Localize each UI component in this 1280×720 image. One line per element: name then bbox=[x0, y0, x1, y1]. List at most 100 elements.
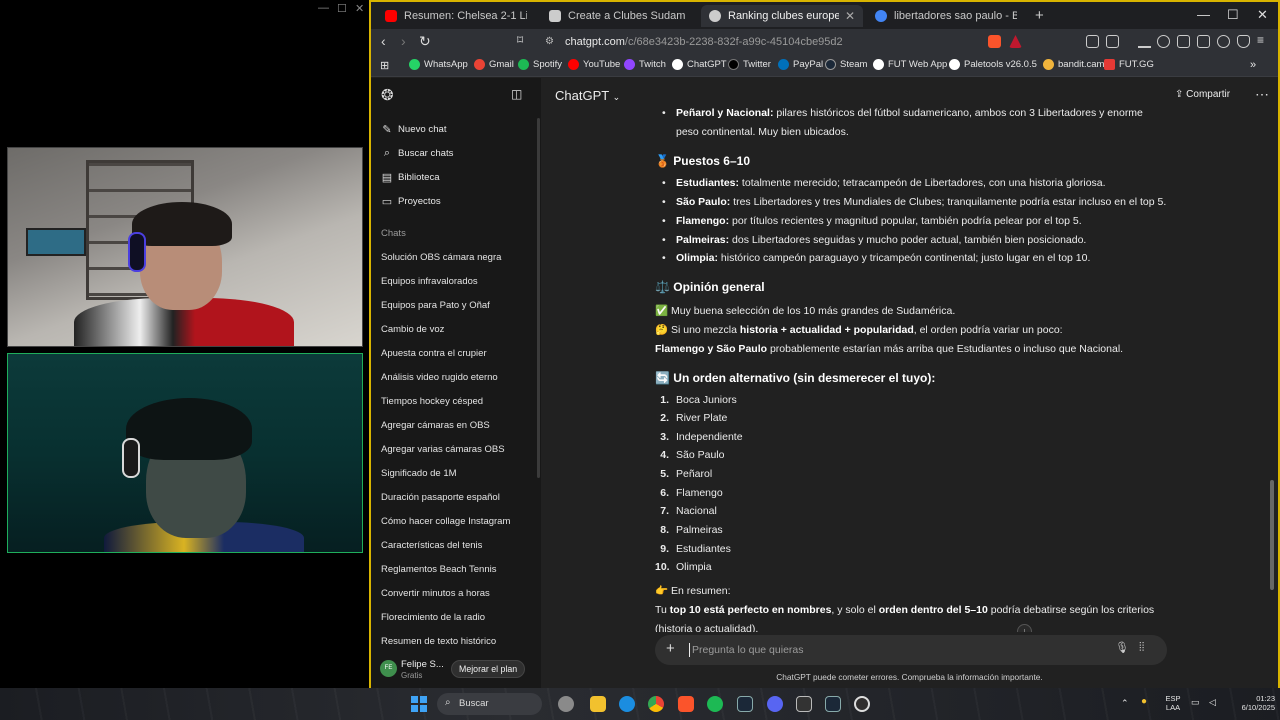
wallet-icon[interactable] bbox=[1197, 35, 1210, 48]
upgrade-plan-button[interactable]: Mejorar el plan bbox=[451, 660, 526, 678]
tab-google[interactable]: libertadores sao paulo - Buscar con G bbox=[867, 5, 1025, 27]
chat-item[interactable]: Duración pasaporte español bbox=[381, 492, 531, 503]
windows-start-icon[interactable] bbox=[411, 696, 427, 712]
bookmark-paypal[interactable]: PayPal bbox=[778, 59, 823, 70]
vpn-icon[interactable] bbox=[1237, 35, 1250, 48]
sidebar-item-search[interactable]: ⌕ Buscar chats bbox=[380, 147, 535, 160]
clock[interactable]: 01:23 6/10/2025 bbox=[1225, 694, 1275, 712]
plus-icon[interactable]: + bbox=[666, 640, 675, 657]
chat-scrollbar[interactable] bbox=[1270, 480, 1274, 590]
discord-icon[interactable] bbox=[767, 696, 783, 712]
menu-icon[interactable]: ≡ bbox=[1257, 33, 1264, 47]
chat-item[interactable]: Características del tenis bbox=[381, 540, 531, 551]
microphone-icon[interactable]: 🎙 bbox=[1115, 641, 1129, 654]
edge-icon[interactable] bbox=[619, 696, 635, 712]
spotify-icon[interactable] bbox=[707, 696, 723, 712]
leo-ai-icon[interactable] bbox=[1217, 35, 1230, 48]
chat-item[interactable]: Cambio de voz bbox=[381, 324, 531, 335]
bookmark-youtube[interactable]: YouTube bbox=[568, 59, 620, 70]
sidebar-item-new-chat[interactable]: ✎ Nuevo chat bbox=[380, 123, 535, 136]
bookmark-icon[interactable]: ⌑ bbox=[517, 33, 523, 47]
bookmark-bandit-camp[interactable]: bandit.camp bbox=[1043, 59, 1110, 70]
more-options-icon[interactable]: ⋯ bbox=[1255, 86, 1269, 103]
sidebar-item-projects[interactable]: ▭ Proyectos bbox=[380, 195, 535, 208]
network-icon[interactable]: ▭ bbox=[1191, 697, 1200, 708]
minimize-icon[interactable]: — bbox=[1197, 7, 1210, 22]
bookmark-chatgpt[interactable]: ChatGPT bbox=[672, 59, 727, 70]
chat-item[interactable]: Agregar varias cámaras OBS bbox=[381, 444, 531, 455]
share-button[interactable]: ⇪ Compartir bbox=[1175, 89, 1230, 100]
maximize-icon[interactable]: ☐ bbox=[1227, 7, 1239, 23]
reload-icon[interactable]: ↻ bbox=[419, 33, 431, 50]
close-icon[interactable]: ✕ bbox=[1257, 7, 1268, 23]
obs-icon[interactable] bbox=[854, 696, 870, 712]
bookmark-steam[interactable]: Steam bbox=[825, 59, 867, 70]
close-icon[interactable]: ✕ bbox=[355, 2, 364, 15]
chat-item[interactable]: Florecimiento de la radio bbox=[381, 612, 531, 623]
chevron-up-icon[interactable]: ⌃ bbox=[1121, 698, 1129, 709]
bookmark-whatsapp[interactable]: WhatsApp bbox=[409, 59, 468, 70]
keyboard-language[interactable]: ESP LAA bbox=[1163, 694, 1183, 712]
brave-shields-icon[interactable] bbox=[988, 35, 1001, 48]
ea-app-icon[interactable] bbox=[796, 696, 812, 712]
brave-icon[interactable] bbox=[678, 696, 694, 712]
taskbar-search[interactable]: Buscar bbox=[437, 693, 542, 715]
chrome-icon[interactable] bbox=[648, 696, 664, 712]
sidebar-icon[interactable] bbox=[1177, 35, 1190, 48]
prompt-input[interactable] bbox=[689, 643, 1089, 657]
bookmark-twitter[interactable]: Twitter bbox=[728, 59, 771, 70]
media-icon[interactable] bbox=[1157, 35, 1170, 48]
bookmark-spotify[interactable]: Spotify bbox=[518, 59, 562, 70]
app-icon[interactable] bbox=[558, 696, 574, 712]
back-icon[interactable]: ‹ bbox=[381, 33, 386, 49]
bookmark-fut-web-app[interactable]: FUT Web App bbox=[873, 59, 947, 70]
minimize-icon[interactable]: — bbox=[318, 2, 329, 14]
tab-chatgpt[interactable]: Ranking clubes europeos ✕ bbox=[701, 5, 863, 27]
chat-item[interactable]: Convertir minutos a horas bbox=[381, 588, 531, 599]
chat-item[interactable]: Significado de 1M bbox=[381, 468, 531, 479]
sidebar-item-library[interactable]: ▤ Biblioteca bbox=[380, 171, 535, 184]
bookmark-futgg[interactable]: FUT.GG bbox=[1104, 59, 1154, 70]
chat-item[interactable]: Apuesta contra el crupier bbox=[381, 348, 531, 359]
webcam-feed-2 bbox=[7, 353, 363, 553]
address-bar[interactable]: ⚙ chatgpt.com/c/68e3423b-2238-832f-a99c-… bbox=[535, 32, 1035, 52]
scroll-down-icon[interactable]: ↓ bbox=[1017, 624, 1032, 632]
steam-icon[interactable] bbox=[737, 696, 753, 712]
volume-icon[interactable]: ◁ bbox=[1209, 697, 1216, 708]
chat-item[interactable]: Agregar cámaras en OBS bbox=[381, 420, 531, 431]
notification-icon[interactable]: ● bbox=[1141, 696, 1147, 707]
apps-grid-icon[interactable]: ⊞ bbox=[380, 59, 389, 72]
steam-icon[interactable] bbox=[825, 696, 841, 712]
forward-icon[interactable]: › bbox=[401, 33, 406, 49]
bookmark-twitch[interactable]: Twitch bbox=[624, 59, 666, 70]
chat-item[interactable]: Equipos infravalorados bbox=[381, 276, 531, 287]
screenshot-icon[interactable] bbox=[1106, 35, 1119, 48]
bookmark-paletools[interactable]: Paletools v26.0.5 bbox=[949, 59, 1037, 70]
chat-item[interactable]: Análisis video rugido eterno bbox=[381, 372, 531, 383]
avatar[interactable]: FE bbox=[380, 660, 397, 677]
tab-youtube[interactable]: Resumen: Chelsea 2-1 Liverpool | De bbox=[377, 5, 535, 27]
site-info-icon[interactable]: ⚙ bbox=[545, 32, 554, 52]
openai-logo-icon[interactable]: ❂ bbox=[381, 86, 394, 104]
chat-item[interactable]: Cómo hacer collage Instagram bbox=[381, 516, 531, 527]
new-tab-icon[interactable]: + bbox=[1035, 7, 1044, 24]
download-icon[interactable] bbox=[1138, 35, 1151, 48]
date: 6/10/2025 bbox=[1241, 703, 1275, 712]
model-selector[interactable]: ChatGPT ⌄ bbox=[555, 88, 620, 103]
collapse-sidebar-icon[interactable]: ◫ bbox=[511, 87, 522, 101]
voice-mode-icon[interactable]: ⦙⦙ bbox=[1139, 640, 1144, 655]
chat-item[interactable]: Tiempos hockey césped bbox=[381, 396, 531, 407]
chat-item[interactable]: Resumen de texto histórico bbox=[381, 636, 531, 647]
file-explorer-icon[interactable] bbox=[590, 696, 606, 712]
close-tab-icon[interactable]: ✕ bbox=[839, 9, 855, 23]
user-footer[interactable]: FE Felipe S... Gratis Mejorar el plan bbox=[371, 654, 541, 688]
bookmark-gmail[interactable]: Gmail bbox=[474, 59, 514, 70]
more-bookmarks-icon[interactable]: » bbox=[1250, 59, 1256, 71]
chat-item[interactable]: Solución OBS cámara negra bbox=[381, 252, 531, 263]
extensions-icon[interactable] bbox=[1086, 35, 1099, 48]
chat-item[interactable]: Equipos para Pato y Oñaf bbox=[381, 300, 531, 311]
tab-tier-list[interactable]: Create a Clubes Sudamericanos Tier bbox=[541, 5, 693, 27]
chat-item[interactable]: Reglamentos Beach Tennis bbox=[381, 564, 531, 575]
sidebar-scrollbar[interactable] bbox=[537, 118, 540, 478]
maximize-icon[interactable]: ☐ bbox=[337, 2, 347, 15]
